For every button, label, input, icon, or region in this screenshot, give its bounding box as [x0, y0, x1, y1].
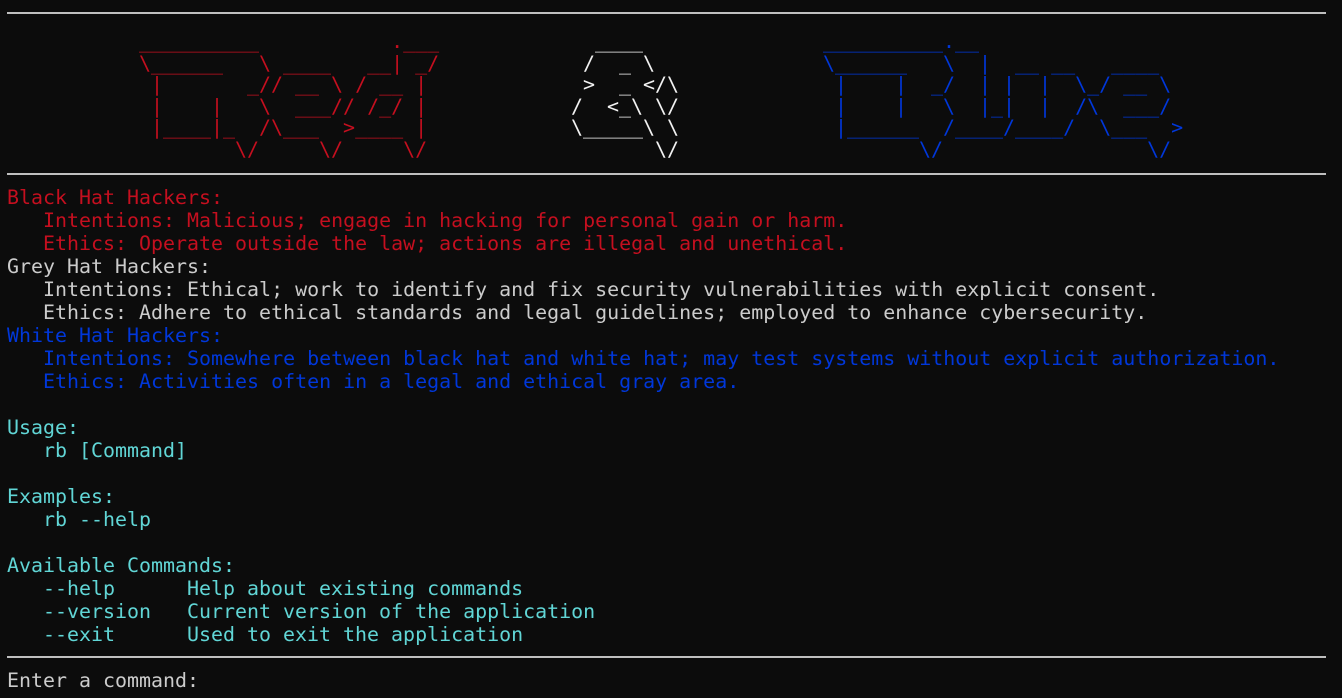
command-name: --version [43, 599, 152, 623]
command-prompt[interactable]: Enter a command: [7, 669, 1311, 692]
prompt-label: Enter a command: [7, 668, 212, 692]
command-description: Current version of the application [187, 599, 596, 623]
command-name: --help [43, 576, 116, 600]
banner-ampersand-ascii-art: ____ / _ \ > _ </\ / <_\ \/ \_____\ \ \/ [571, 29, 680, 161]
top-divider [7, 12, 1326, 14]
command-description: Help about existing commands [187, 576, 524, 600]
command-description: Used to exit the application [187, 622, 524, 646]
white-hat-ethics: Ethics: Activities often in a legal and … [43, 369, 740, 393]
white-hat-intentions: Intentions: Somewhere between black hat … [43, 346, 1280, 370]
command-row: --version Current version of the applicat… [7, 600, 1279, 623]
black-hat-ethics: Ethics: Operate outside the law; actions… [43, 231, 848, 255]
commands-heading: Available Commands: [7, 553, 236, 577]
banner-red-ascii-art: __________ .___ \______ \ ____ __| _/ | … [139, 29, 440, 161]
grey-hat-intentions: Intentions: Ethical; work to identify an… [43, 277, 1160, 301]
grey-hat-ethics: Ethics: Adhere to ethical standards and … [43, 300, 1148, 324]
grey-hat-heading: Grey Hat Hackers: [7, 254, 212, 278]
command-input[interactable] [211, 669, 1311, 691]
examples-heading: Examples: [7, 484, 116, 508]
black-hat-heading: Black Hat Hackers: [7, 185, 224, 209]
banner-divider [7, 173, 1326, 175]
command-name: --exit [43, 622, 116, 646]
command-row: --help Help about existing commands [7, 577, 1279, 600]
usage-line: rb [Command] [43, 438, 188, 462]
black-hat-intentions: Intentions: Malicious; engage in hacking… [43, 208, 848, 232]
prompt-divider [7, 656, 1326, 658]
white-hat-heading: White Hat Hackers: [7, 323, 224, 347]
terminal-window: __________ .___ \______ \ ____ __| _/ | … [0, 0, 1342, 698]
banner-blue-ascii-art: __________.__ \______ \ | __ __ ____ | |… [823, 29, 1184, 161]
usage-heading: Usage: [7, 415, 80, 439]
command-row: --exit Used to exit the application [7, 623, 1279, 646]
examples-line: rb --help [43, 507, 152, 531]
terminal-output: Black Hat Hackers: Intentions: Malicious… [7, 186, 1279, 646]
